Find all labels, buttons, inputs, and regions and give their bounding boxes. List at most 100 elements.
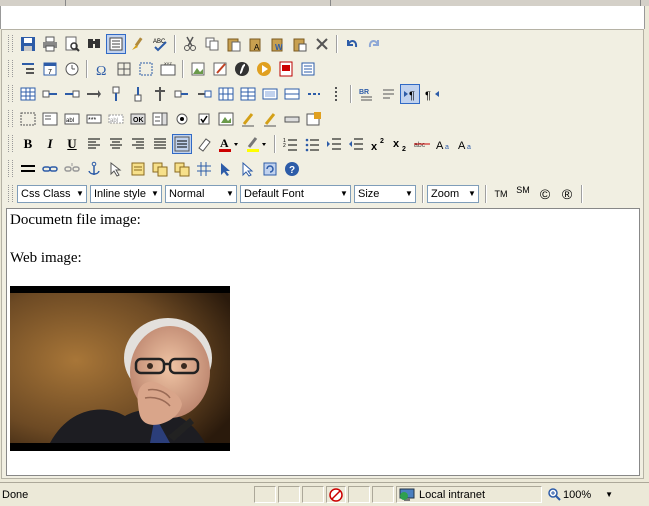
bold-button[interactable]: B (18, 134, 38, 154)
outdent-icon[interactable] (346, 134, 366, 154)
chevron-down-icon[interactable]: ▼ (605, 490, 613, 499)
textarea-icon[interactable]: abl (62, 109, 82, 129)
image-icon[interactable] (188, 59, 208, 79)
preview-icon[interactable] (62, 34, 82, 54)
anchor-icon[interactable] (84, 159, 104, 179)
toolbar-grip[interactable] (8, 60, 13, 77)
pdf-icon[interactable] (276, 59, 296, 79)
template-icon[interactable] (128, 159, 148, 179)
hidden-icon[interactable]: abl (106, 109, 126, 129)
row-below-icon[interactable] (128, 84, 148, 104)
toolbar-grip[interactable] (8, 110, 13, 127)
document-icon[interactable] (298, 59, 318, 79)
toolbar-grip[interactable] (8, 135, 13, 152)
time-icon[interactable] (62, 59, 82, 79)
help-icon[interactable]: ? (282, 159, 302, 179)
font-select[interactable]: Default Font ▼ (240, 184, 351, 203)
table-props-icon[interactable] (238, 84, 258, 104)
italic-button[interactable]: I (40, 134, 60, 154)
image-button-icon[interactable] (216, 109, 236, 129)
link-icon[interactable] (40, 159, 60, 179)
ordered-list-icon[interactable]: 12 (280, 134, 300, 154)
format-painter-icon[interactable] (128, 34, 148, 54)
trademark-button[interactable]: TM (491, 184, 511, 204)
paste-html-icon[interactable] (290, 34, 310, 54)
inline-style-select[interactable]: Inline style ▼ (90, 184, 162, 203)
size-select[interactable]: Size ▼ (354, 184, 416, 203)
grid-icon[interactable] (194, 159, 214, 179)
service-mark-button[interactable]: SM (513, 184, 533, 204)
copyright-button[interactable]: © (535, 184, 555, 204)
editor-content-area[interactable]: Documetn file image: Web image: (6, 208, 640, 476)
select-icon[interactable] (238, 159, 258, 179)
justify-box-icon[interactable] (172, 133, 192, 154)
copy-icon[interactable] (202, 34, 222, 54)
insert-table-icon[interactable] (18, 84, 38, 104)
listbox-icon[interactable] (150, 109, 170, 129)
snippet2-icon[interactable] (172, 159, 192, 179)
row-above-icon[interactable] (106, 84, 126, 104)
eraser-icon[interactable] (194, 134, 214, 154)
unlink-icon[interactable] (62, 159, 82, 179)
col-right-icon[interactable] (62, 84, 82, 104)
hr-icon[interactable] (18, 159, 38, 179)
date-icon[interactable]: 7 (40, 59, 60, 79)
paste-icon[interactable] (224, 34, 244, 54)
pencil-icon[interactable] (238, 109, 258, 129)
paragraph-format-select[interactable]: Normal ▼ (165, 184, 237, 203)
delete-icon[interactable] (312, 34, 332, 54)
table-icon[interactable] (114, 59, 134, 79)
textbox-icon[interactable] (40, 109, 60, 129)
toolbar-grip[interactable] (8, 185, 13, 202)
toolbar-grip[interactable] (8, 160, 13, 177)
registered-button[interactable]: ® (557, 184, 577, 204)
help-pointer-icon[interactable] (106, 159, 126, 179)
rtl-icon[interactable]: ¶ (400, 83, 420, 104)
page-break-icon[interactable] (326, 84, 346, 104)
toolbar-grip[interactable] (8, 85, 13, 102)
button-icon[interactable]: OK (128, 109, 148, 129)
font-color-icon[interactable]: A (216, 134, 242, 154)
justify-icon[interactable] (150, 134, 170, 154)
strike-icon[interactable]: abc (412, 134, 432, 154)
split-icon[interactable] (194, 84, 214, 104)
radio-icon[interactable] (172, 109, 192, 129)
cut-icon[interactable] (180, 34, 200, 54)
frame-icon[interactable] (136, 59, 156, 79)
blocked-icon[interactable] (326, 486, 346, 503)
replace-icon[interactable] (106, 33, 126, 54)
spacer-icon[interactable] (282, 84, 302, 104)
password-icon[interactable]: *** (84, 109, 104, 129)
spellcheck-icon[interactable]: ABC (150, 34, 170, 54)
paste-text-icon[interactable]: A (246, 34, 266, 54)
redo-icon[interactable] (364, 34, 384, 54)
security-zone[interactable]: Local intranet (396, 486, 542, 503)
save-icon[interactable] (18, 34, 38, 54)
cell-props-icon[interactable] (216, 84, 236, 104)
subscript-icon[interactable]: x2 (390, 134, 410, 154)
refresh-icon[interactable] (260, 159, 280, 179)
text-case2-icon[interactable]: Aa (456, 134, 476, 154)
snippet-icon[interactable] (150, 159, 170, 179)
align-center-icon[interactable] (106, 134, 126, 154)
merge-icon[interactable] (172, 84, 192, 104)
highlight-icon[interactable] (244, 134, 270, 154)
paste-word-icon[interactable]: W (268, 34, 288, 54)
paragraph-mark-icon[interactable]: ¶ (422, 84, 442, 104)
superscript-icon[interactable]: x2 (368, 134, 388, 154)
pointer-icon[interactable] (216, 159, 236, 179)
ltr-icon[interactable] (378, 84, 398, 104)
zoom-control[interactable]: 100% ▼ (544, 486, 627, 503)
flash-icon[interactable] (232, 59, 252, 79)
row-delete-icon[interactable] (150, 84, 170, 104)
form-icon[interactable] (18, 109, 38, 129)
checkbox-icon[interactable] (194, 109, 214, 129)
text-case-icon[interactable]: Aa (434, 134, 454, 154)
col-delete-icon[interactable] (84, 84, 104, 104)
pencil2-icon[interactable] (260, 109, 280, 129)
format-text-icon[interactable]: BR (356, 84, 376, 104)
align-left-icon[interactable] (84, 134, 104, 154)
align-right-icon[interactable] (128, 134, 148, 154)
toolbar-grip[interactable] (8, 35, 13, 52)
underline-button[interactable]: U (62, 134, 82, 154)
